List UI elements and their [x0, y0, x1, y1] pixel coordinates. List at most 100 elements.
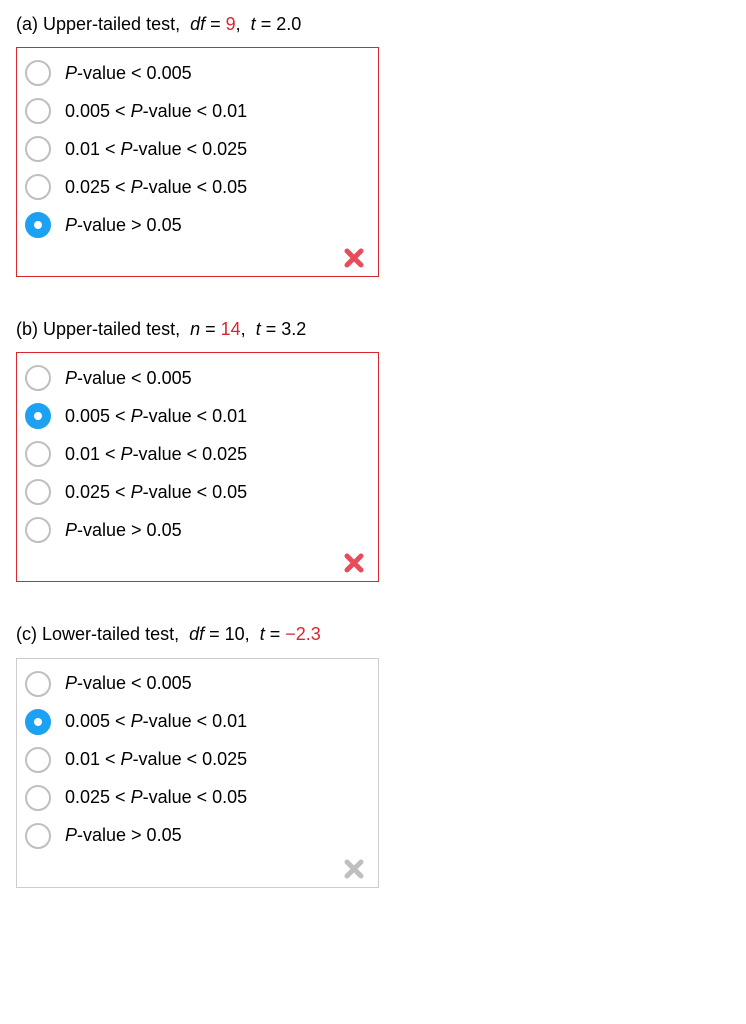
- option-row[interactable]: P-value > 0.05: [23, 206, 368, 244]
- option-row[interactable]: 0.005 < P-value < 0.01: [23, 397, 368, 435]
- option-label[interactable]: P-value > 0.05: [65, 823, 182, 848]
- option-post: -value < 0.025: [133, 749, 248, 769]
- param-name: df: [190, 14, 205, 34]
- question-prompt: (b) Upper-tailed test, n = 14, t = 3.2: [16, 317, 730, 342]
- option-pre: 0.01 <: [65, 139, 121, 159]
- param-value: 10: [225, 624, 245, 644]
- option-pvar: P: [121, 749, 133, 769]
- feedback-row: [23, 549, 368, 575]
- radio-button[interactable]: [25, 709, 51, 735]
- option-post: -value < 0.01: [143, 406, 248, 426]
- option-pvar: P: [65, 215, 77, 235]
- x-icon: [344, 553, 364, 573]
- option-row[interactable]: P-value < 0.005: [23, 359, 368, 397]
- option-pvar: P: [65, 63, 77, 83]
- radio-button[interactable]: [25, 441, 51, 467]
- option-pre: 0.01 <: [65, 444, 121, 464]
- option-pre: 0.005 <: [65, 711, 131, 731]
- feedback-row: [23, 244, 368, 270]
- option-post: -value < 0.005: [77, 368, 192, 388]
- option-row[interactable]: 0.01 < P-value < 0.025: [23, 435, 368, 473]
- radio-button[interactable]: [25, 136, 51, 162]
- stat-value: 2.0: [276, 14, 301, 34]
- option-label[interactable]: 0.01 < P-value < 0.025: [65, 137, 247, 162]
- radio-button[interactable]: [25, 671, 51, 697]
- option-row[interactable]: 0.005 < P-value < 0.01: [23, 703, 368, 741]
- option-post: -value > 0.05: [77, 215, 182, 235]
- option-post: -value < 0.01: [143, 711, 248, 731]
- option-row[interactable]: P-value > 0.05: [23, 817, 368, 855]
- radio-button[interactable]: [25, 403, 51, 429]
- option-pvar: P: [65, 368, 77, 388]
- option-row[interactable]: 0.025 < P-value < 0.05: [23, 779, 368, 817]
- radio-button[interactable]: [25, 365, 51, 391]
- option-label[interactable]: 0.005 < P-value < 0.01: [65, 709, 247, 734]
- option-pvar: P: [65, 673, 77, 693]
- question-b: (b) Upper-tailed test, n = 14, t = 3.2P-…: [16, 317, 730, 582]
- param-name: n: [190, 319, 200, 339]
- test-type: Upper-tailed test: [43, 319, 175, 339]
- radio-button[interactable]: [25, 785, 51, 811]
- option-post: -value < 0.025: [133, 139, 248, 159]
- param-value: 14: [221, 319, 241, 339]
- option-label[interactable]: 0.01 < P-value < 0.025: [65, 747, 247, 772]
- option-label[interactable]: P-value < 0.005: [65, 61, 192, 86]
- question-c: (c) Lower-tailed test, df = 10, t = −2.3…: [16, 622, 730, 887]
- options-box: P-value < 0.0050.005 < P-value < 0.010.0…: [16, 352, 379, 582]
- option-row[interactable]: 0.025 < P-value < 0.05: [23, 473, 368, 511]
- option-label[interactable]: 0.005 < P-value < 0.01: [65, 404, 247, 429]
- option-pvar: P: [131, 177, 143, 197]
- option-post: -value > 0.05: [77, 825, 182, 845]
- option-row[interactable]: P-value < 0.005: [23, 665, 368, 703]
- question-label: (c): [16, 624, 37, 644]
- option-row[interactable]: 0.01 < P-value < 0.025: [23, 130, 368, 168]
- option-pvar: P: [131, 787, 143, 807]
- x-icon: [344, 248, 364, 268]
- option-post: -value > 0.05: [77, 520, 182, 540]
- question-label: (a): [16, 14, 38, 34]
- option-row[interactable]: 0.01 < P-value < 0.025: [23, 741, 368, 779]
- option-label[interactable]: 0.005 < P-value < 0.01: [65, 99, 247, 124]
- radio-button[interactable]: [25, 823, 51, 849]
- option-label[interactable]: P-value > 0.05: [65, 213, 182, 238]
- option-row[interactable]: P-value > 0.05: [23, 511, 368, 549]
- question-prompt: (a) Upper-tailed test, df = 9, t = 2.0: [16, 12, 730, 37]
- radio-button[interactable]: [25, 747, 51, 773]
- radio-button[interactable]: [25, 517, 51, 543]
- question-prompt: (c) Lower-tailed test, df = 10, t = −2.3: [16, 622, 730, 647]
- option-post: -value < 0.005: [77, 63, 192, 83]
- option-row[interactable]: P-value < 0.005: [23, 54, 368, 92]
- option-pvar: P: [131, 482, 143, 502]
- option-post: -value < 0.05: [143, 177, 248, 197]
- option-post: -value < 0.005: [77, 673, 192, 693]
- option-post: -value < 0.05: [143, 787, 248, 807]
- radio-button[interactable]: [25, 98, 51, 124]
- option-pvar: P: [65, 825, 77, 845]
- radio-button[interactable]: [25, 174, 51, 200]
- option-pvar: P: [131, 711, 143, 731]
- option-pvar: P: [121, 139, 133, 159]
- option-post: -value < 0.01: [143, 101, 248, 121]
- test-type: Upper-tailed test: [43, 14, 175, 34]
- stat-name: t: [256, 319, 261, 339]
- radio-button[interactable]: [25, 479, 51, 505]
- option-label[interactable]: 0.01 < P-value < 0.025: [65, 442, 247, 467]
- option-label[interactable]: P-value < 0.005: [65, 671, 192, 696]
- option-row[interactable]: 0.005 < P-value < 0.01: [23, 92, 368, 130]
- option-label[interactable]: 0.025 < P-value < 0.05: [65, 480, 247, 505]
- option-pvar: P: [131, 406, 143, 426]
- option-label[interactable]: P-value < 0.005: [65, 366, 192, 391]
- option-row[interactable]: 0.025 < P-value < 0.05: [23, 168, 368, 206]
- x-icon: [344, 859, 364, 879]
- option-post: -value < 0.025: [133, 444, 248, 464]
- stat-value: 3.2: [281, 319, 306, 339]
- option-label[interactable]: P-value > 0.05: [65, 518, 182, 543]
- option-pre: 0.005 <: [65, 406, 131, 426]
- test-type: Lower-tailed test: [42, 624, 174, 644]
- question-label: (b): [16, 319, 38, 339]
- radio-button[interactable]: [25, 60, 51, 86]
- option-label[interactable]: 0.025 < P-value < 0.05: [65, 175, 247, 200]
- radio-button[interactable]: [25, 212, 51, 238]
- option-pvar: P: [131, 101, 143, 121]
- option-label[interactable]: 0.025 < P-value < 0.05: [65, 785, 247, 810]
